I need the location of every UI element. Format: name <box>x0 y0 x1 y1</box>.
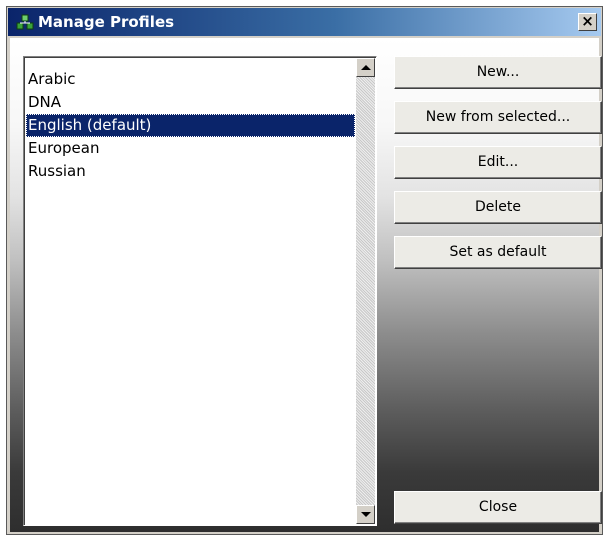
arrow-down-icon <box>361 512 371 517</box>
set-as-default-button[interactable]: Set as default <box>394 236 602 269</box>
close-button[interactable]: Close <box>394 491 602 524</box>
profiles-list: Arabic DNA English (default) European Ru… <box>26 68 355 183</box>
close-window-button[interactable]: × <box>578 13 597 31</box>
new-button[interactable]: New... <box>394 56 602 89</box>
edit-button[interactable]: Edit... <box>394 146 602 179</box>
delete-button[interactable]: Delete <box>394 191 602 224</box>
manage-profiles-dialog: Manage Profiles × Arabic DNA English (de… <box>6 6 603 535</box>
dialog-body: Arabic DNA English (default) European Ru… <box>10 38 602 532</box>
new-from-selected-button[interactable]: New from selected... <box>394 101 602 134</box>
profiles-listbox[interactable]: Arabic DNA English (default) European Ru… <box>23 56 377 526</box>
close-icon: × <box>581 12 594 30</box>
scroll-up-button[interactable] <box>356 58 375 77</box>
scroll-down-button[interactable] <box>356 505 375 524</box>
list-item-russian[interactable]: Russian <box>26 160 355 183</box>
list-item-arabic[interactable]: Arabic <box>26 68 355 91</box>
title-bar[interactable]: Manage Profiles × <box>8 8 601 36</box>
profiles-icon <box>16 14 34 30</box>
dialog-title: Manage Profiles <box>38 13 175 31</box>
list-item-english[interactable]: English (default) <box>26 114 355 137</box>
list-item-european[interactable]: European <box>26 137 355 160</box>
list-scrollbar[interactable] <box>356 58 375 524</box>
list-item-dna[interactable]: DNA <box>26 91 355 114</box>
arrow-up-icon <box>361 65 371 70</box>
